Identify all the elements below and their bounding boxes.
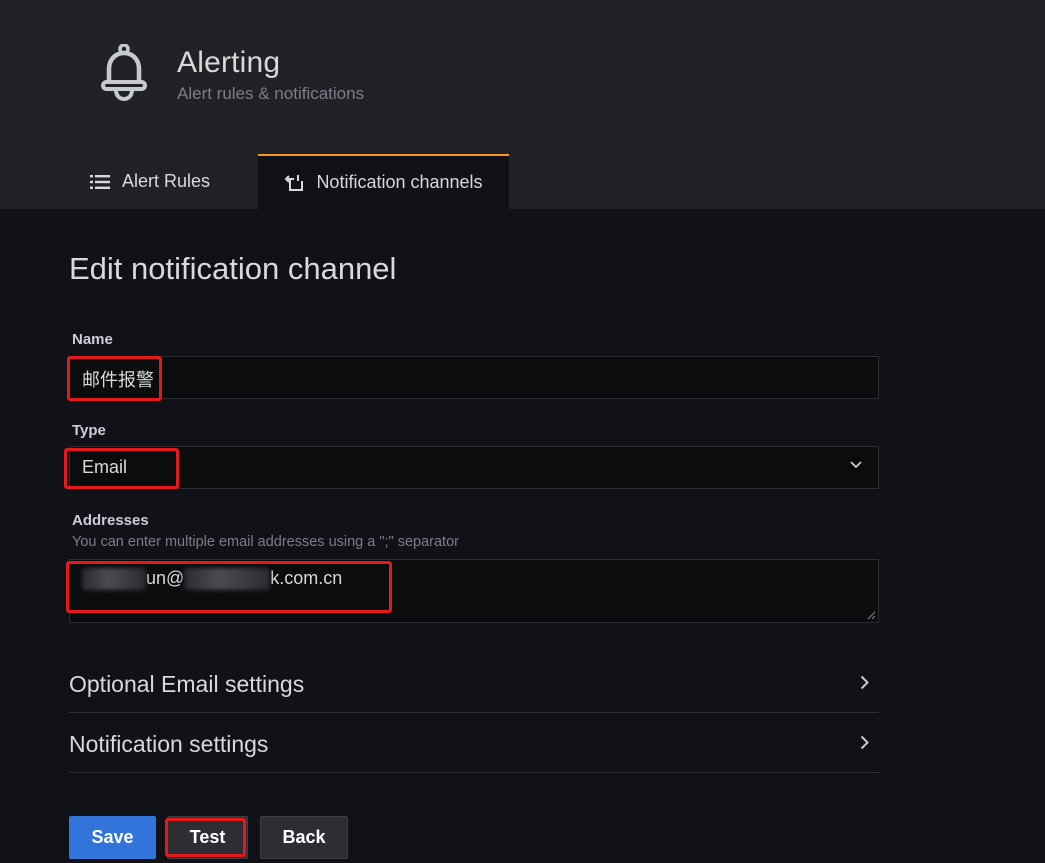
- type-value: Email: [82, 457, 128, 477]
- test-button[interactable]: Test: [167, 816, 248, 859]
- optional-email-settings-label: Optional Email settings: [69, 671, 305, 697]
- type-label: Type: [72, 422, 106, 439]
- tab-alert-rules[interactable]: Alert Rules: [90, 154, 210, 209]
- email-fragment-domain: k.com.cn: [270, 568, 343, 588]
- notification-settings-section[interactable]: Notification settings: [69, 713, 879, 773]
- redacted-block: [184, 568, 271, 591]
- list-icon: [90, 174, 110, 189]
- chevron-down-icon: [850, 461, 862, 469]
- addresses-description: You can enter multiple email addresses u…: [72, 534, 459, 550]
- tab-alert-rules-label: Alert Rules: [122, 171, 211, 191]
- optional-email-settings-section[interactable]: Optional Email settings: [69, 653, 879, 713]
- email-address-value: un@ k.com.cn: [82, 568, 343, 591]
- form-heading: Edit notification channel: [69, 251, 397, 286]
- alerting-page: Alerting Alert rules & notifications Ale…: [0, 0, 1045, 863]
- page-header: Alerting Alert rules & notifications Ale…: [0, 0, 1045, 209]
- email-fragment-user: un@: [146, 568, 185, 588]
- back-button[interactable]: Back: [260, 816, 348, 859]
- name-input[interactable]: 邮件报警: [69, 356, 879, 399]
- redacted-block: [82, 568, 146, 591]
- bell-icon: [101, 44, 147, 102]
- name-label: Name: [72, 331, 113, 348]
- type-select[interactable]: Email: [69, 446, 879, 489]
- resize-handle-icon[interactable]: [866, 610, 876, 620]
- addresses-textarea[interactable]: un@ k.com.cn: [69, 559, 879, 623]
- notification-settings-label: Notification settings: [69, 731, 269, 757]
- channel-icon: [284, 173, 304, 193]
- save-button[interactable]: Save: [69, 816, 156, 859]
- addresses-label: Addresses: [72, 512, 149, 529]
- chevron-right-icon: [860, 675, 869, 690]
- chevron-right-icon: [860, 735, 869, 750]
- page-subtitle: Alert rules & notifications: [177, 84, 365, 103]
- tab-notification-channels-label: Notification channels: [316, 172, 483, 192]
- page-title: Alerting: [177, 46, 281, 79]
- tab-notification-channels[interactable]: Notification channels: [258, 154, 509, 209]
- name-value: 邮件报警: [82, 370, 154, 390]
